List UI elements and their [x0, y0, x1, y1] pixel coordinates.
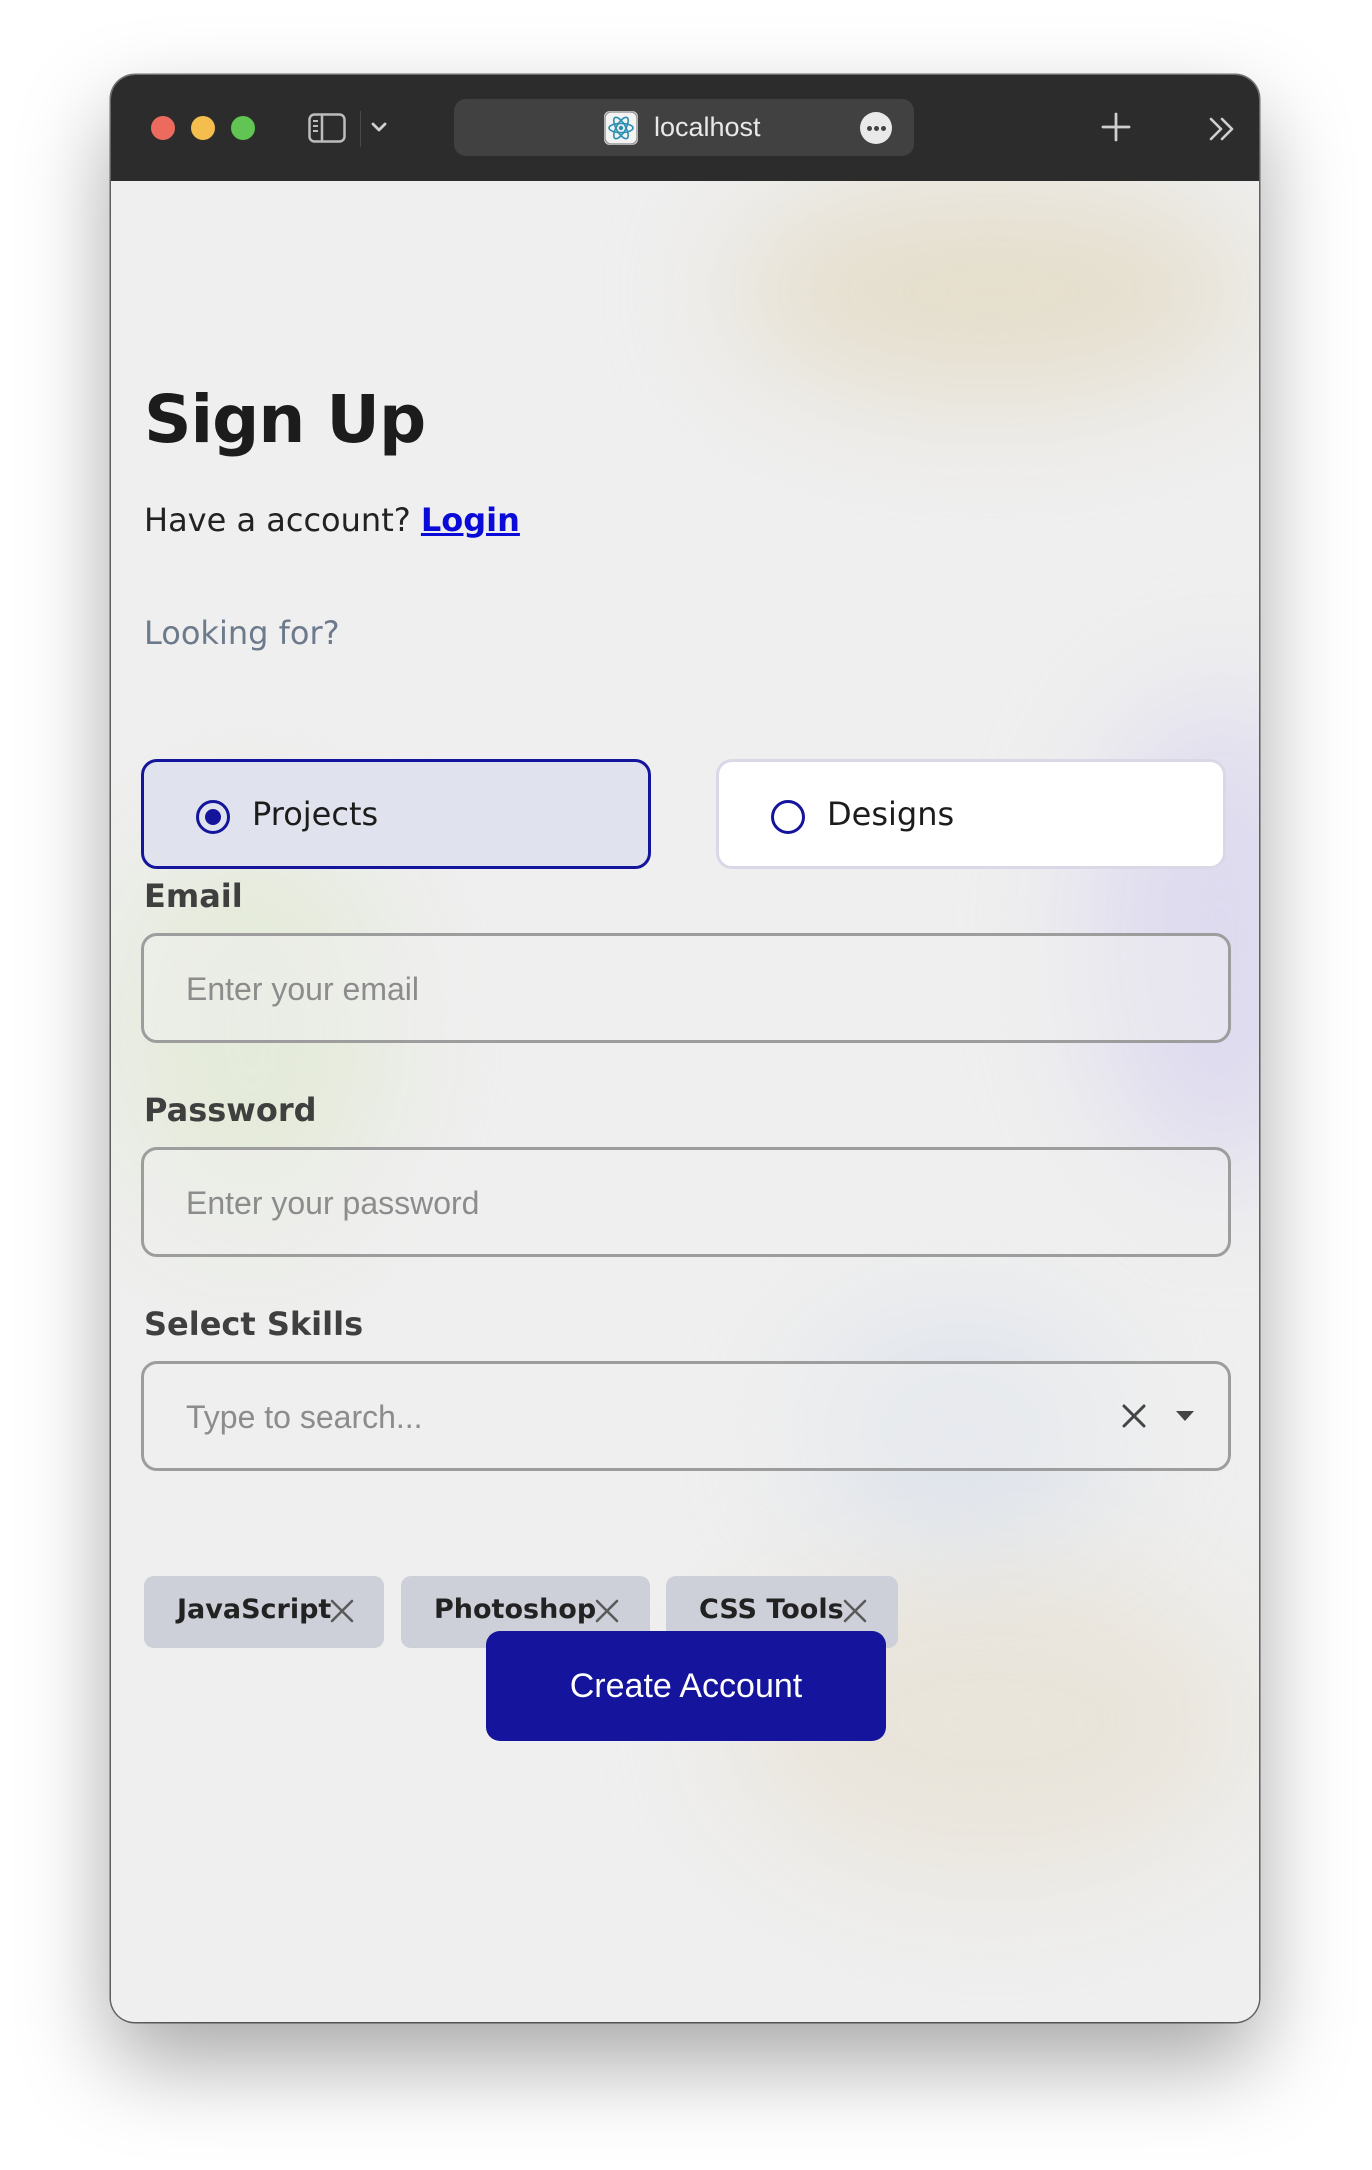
page-title: Sign Up: [144, 381, 426, 458]
plus-icon[interactable]: [1098, 109, 1134, 145]
url-text: localhost: [654, 112, 761, 142]
radio-unchecked-icon[interactable]: [771, 800, 805, 834]
skill-chip-label: JavaScript: [177, 1594, 332, 1625]
skills-search-input[interactable]: [184, 1364, 1068, 1470]
browser-toolbar: localhost: [111, 75, 1259, 182]
caret-down-icon[interactable]: [1174, 1406, 1196, 1426]
skills-label: Select Skills: [144, 1305, 364, 1343]
react-favicon-icon: [604, 111, 638, 145]
option-designs[interactable]: Designs: [716, 759, 1226, 869]
skill-chip: JavaScript: [144, 1576, 384, 1648]
double-chevron-right-icon[interactable]: [1205, 113, 1239, 145]
have-account-text: Have a account? Login: [144, 501, 520, 539]
password-field-wrapper: [141, 1147, 1231, 1257]
email-field[interactable]: [184, 936, 1088, 1042]
background-glow: [731, 181, 1251, 401]
close-icon[interactable]: [594, 1598, 620, 1624]
more-icon[interactable]: [860, 112, 892, 144]
email-field-wrapper: [141, 933, 1231, 1043]
create-account-button[interactable]: Create Account: [486, 1631, 886, 1741]
chevron-down-icon[interactable]: [367, 115, 391, 139]
skills-select[interactable]: [141, 1361, 1231, 1471]
close-icon[interactable]: [1120, 1402, 1148, 1430]
option-projects[interactable]: Projects: [141, 759, 651, 869]
skill-chip-label: Photoshop: [434, 1594, 597, 1625]
close-icon[interactable]: [842, 1598, 868, 1624]
sidebar-toggle-icon[interactable]: [308, 113, 346, 143]
password-label: Password: [144, 1091, 317, 1129]
have-account-label: Have a account?: [144, 501, 411, 539]
password-field[interactable]: [184, 1150, 1088, 1256]
close-window-button[interactable]: [151, 116, 175, 140]
browser-window: localhost Sign Up Have a account? Login …: [111, 75, 1259, 2022]
email-label: Email: [144, 877, 243, 915]
option-projects-label: Projects: [252, 795, 379, 833]
option-designs-label: Designs: [827, 795, 955, 833]
close-icon[interactable]: [329, 1598, 355, 1624]
skill-chip-label: CSS Tools: [699, 1594, 844, 1625]
login-link[interactable]: Login: [421, 501, 520, 539]
toolbar-divider: [360, 111, 361, 147]
address-bar[interactable]: localhost: [454, 99, 914, 156]
minimize-window-button[interactable]: [191, 116, 215, 140]
zoom-window-button[interactable]: [231, 116, 255, 140]
looking-for-label: Looking for?: [144, 614, 340, 652]
page-content: Sign Up Have a account? Login Looking fo…: [111, 181, 1259, 2022]
radio-checked-icon[interactable]: [196, 800, 230, 834]
